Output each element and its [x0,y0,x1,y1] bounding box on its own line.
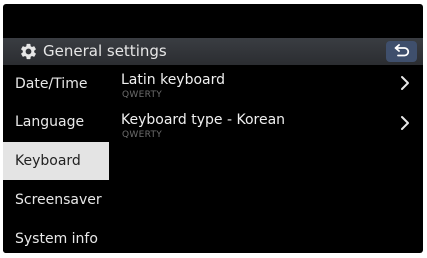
sidebar-item-label: Language [15,114,85,130]
setting-title: Latin keyboard [121,72,226,88]
sidebar-item-label: Keyboard [15,153,81,169]
sidebar-item-date-time[interactable]: Date/Time [3,65,109,103]
page-title: General settings [43,42,167,60]
sidebar-item-label: Date/Time [15,76,88,92]
back-button[interactable] [386,41,417,62]
settings-screen: General settings Date/Time Language Keyb… [3,4,423,253]
sidebar-item-label: System info [15,231,98,247]
sidebar-item-system-info[interactable]: System info [3,220,109,253]
sidebar-item-screensaver[interactable]: Screensaver [3,181,109,219]
gear-icon [19,42,38,61]
setting-title: Keyboard type - Korean [121,112,286,128]
chevron-right-icon [399,75,411,91]
chevron-right-icon [399,115,411,131]
sidebar-menu: Date/Time Language Keyboard Screensaver … [3,65,109,253]
header-bar: General settings [3,38,423,65]
setting-value: QWERTY [122,90,163,100]
sidebar-item-label: Screensaver [15,192,102,208]
settings-list: Latin keyboard QWERTY Keyboard type - Ko… [109,65,423,253]
back-arrow-icon [394,42,410,61]
sidebar-item-keyboard[interactable]: Keyboard [3,142,109,180]
sidebar-item-language[interactable]: Language [3,103,109,141]
setting-value: QWERTY [122,130,163,140]
setting-row-keyboard-type-korean[interactable]: Keyboard type - Korean QWERTY [109,111,423,151]
setting-row-latin-keyboard[interactable]: Latin keyboard QWERTY [109,71,423,111]
